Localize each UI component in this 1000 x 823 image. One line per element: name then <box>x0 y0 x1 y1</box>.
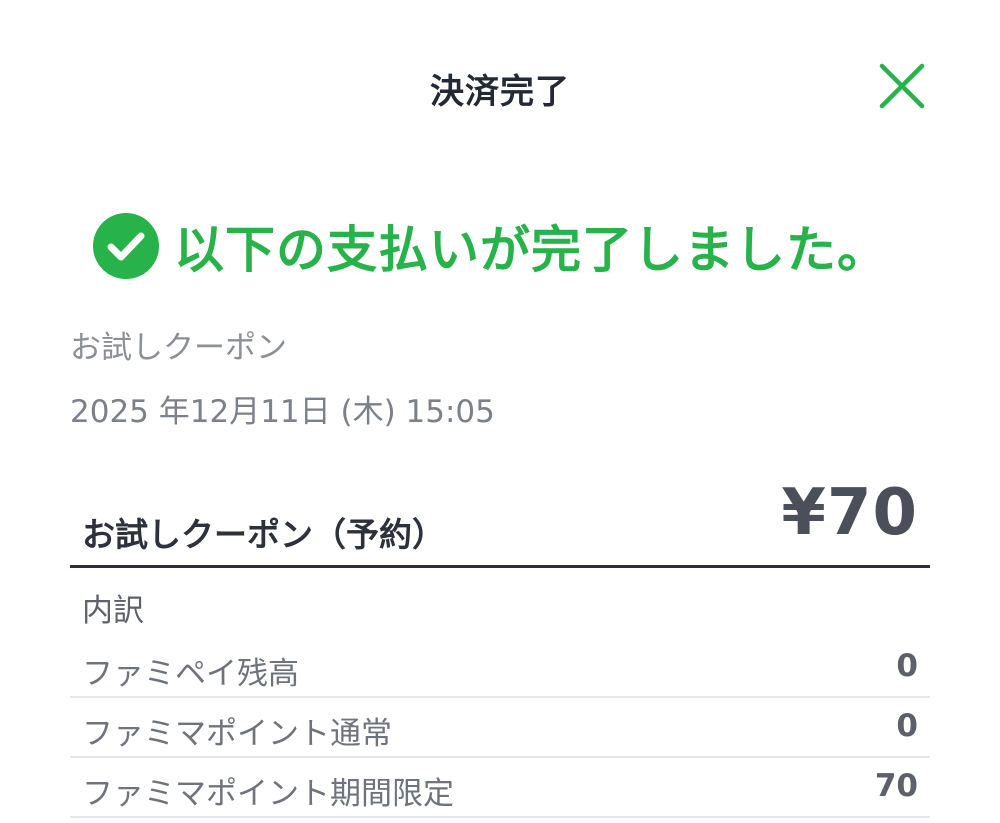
page-title: 決済完了 <box>430 72 570 112</box>
breakdown-row-value: 0 <box>896 648 918 684</box>
breakdown-row-value: 0 <box>896 708 918 744</box>
breakdown-row-value: 70 <box>874 768 918 804</box>
breakdown-heading: 内訳 <box>82 593 144 629</box>
close-button[interactable] <box>874 58 930 114</box>
breakdown-list: ファミペイ残高 0 ファミマポイント通常 0 ファミマポイント期間限定 70 <box>70 638 930 818</box>
breakdown-row-label: ファミペイ残高 <box>82 656 299 692</box>
breakdown-row-points-regular: ファミマポイント通常 0 <box>70 698 930 758</box>
check-circle-icon <box>92 212 160 280</box>
item-amount: ¥70 <box>781 476 918 550</box>
success-message: 以下の支払いが完了しました。 <box>174 221 888 279</box>
breakdown-row-label: ファミマポイント期間限定 <box>82 776 454 812</box>
divider <box>70 565 930 568</box>
transaction-datetime: 2025 年12月11日 (木) 15:05 <box>70 394 495 430</box>
transaction-name: お試しクーポン <box>70 330 287 366</box>
payment-complete-screen: 決済完了 以下の支払いが完了しました。 お試しクーポン 2025 年12月11日… <box>0 0 1000 823</box>
breakdown-row-balance: ファミペイ残高 0 <box>70 638 930 698</box>
breakdown-row-points-limited: ファミマポイント期間限定 70 <box>70 758 930 818</box>
item-name: お試しクーポン（予約） <box>82 515 445 554</box>
close-icon <box>879 63 925 109</box>
success-banner: 以下の支払いが完了しました。 <box>92 206 932 286</box>
breakdown-row-label: ファミマポイント通常 <box>82 716 392 752</box>
